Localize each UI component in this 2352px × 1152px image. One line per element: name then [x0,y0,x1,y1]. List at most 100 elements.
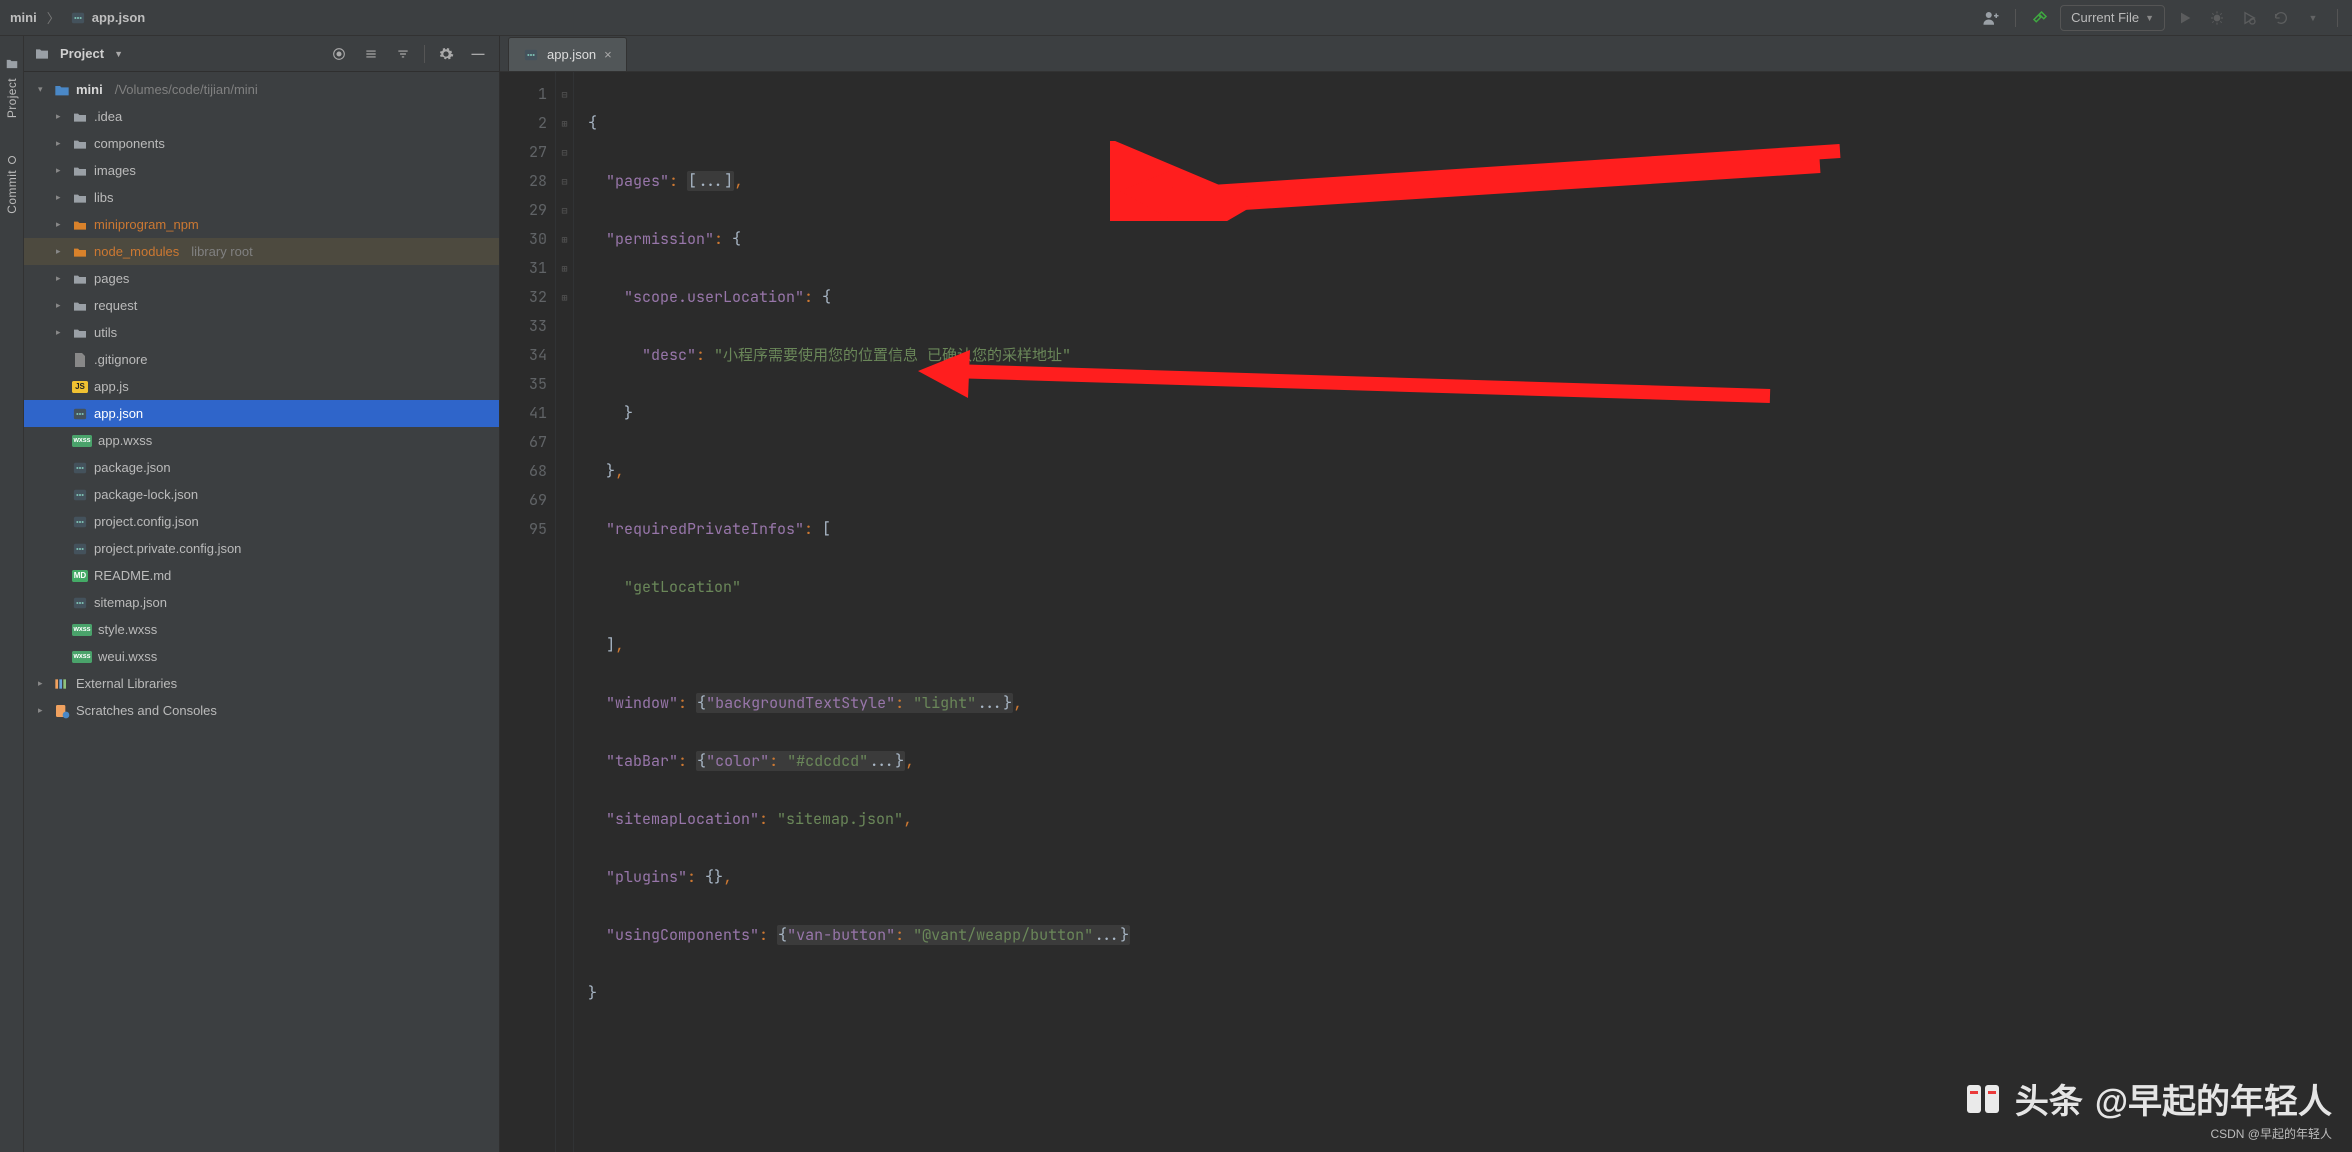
toolwindow-commit-tab[interactable]: Commit [5,156,19,214]
chevron-down-icon[interactable]: ▼ [114,49,123,59]
tree-item[interactable]: ▸libs [24,184,499,211]
fold-marker[interactable]: ⊟ [556,138,573,167]
expand-all-icon[interactable] [360,43,382,65]
line-number: 33 [500,312,547,341]
tree-item-name: .idea [94,109,122,124]
tree-item[interactable]: ▸node_moduleslibrary root [24,238,499,265]
project-header-title: Project [60,46,104,61]
tree-item[interactable]: sitemap.json [24,589,499,616]
line-number: 35 [500,370,547,399]
tree-item[interactable]: project.config.json [24,508,499,535]
chevron-down-icon: ▼ [2145,13,2154,23]
tree-item[interactable]: MD README.md [24,562,499,589]
line-number: 29 [500,196,547,225]
top-toolbar: mini 〉 app.json Current File ▼ [0,0,2352,36]
folder-icon [72,136,88,152]
code-area[interactable]: 122728293031323334354167686995 ⊟⊞⊟⊟⊟⊞⊞⊞ … [500,72,2352,1152]
tree-item[interactable]: ▸components [24,130,499,157]
tree-item[interactable]: ▸utils [24,319,499,346]
tree-item[interactable]: ▸pages [24,265,499,292]
fold-marker[interactable]: ⊟ [556,80,573,109]
tree-item[interactable]: ▸.idea [24,103,499,130]
tree-item[interactable]: app.json [24,400,499,427]
line-number: 32 [500,283,547,312]
project-tree[interactable]: ▾ mini /Volumes/code/tijian/mini ▸.idea▸… [24,72,499,1152]
chevron-right-icon: ▸ [38,678,48,689]
chevron-right-icon: ▸ [56,165,66,176]
tree-item-name: project.private.config.json [94,541,241,556]
hammer-build-icon[interactable] [2028,6,2052,30]
toolwindow-project-tab[interactable]: Project [4,56,20,118]
tree-item-name: README.md [94,568,171,583]
line-number: 28 [500,167,547,196]
breadcrumb: mini 〉 app.json [10,8,145,27]
watermark-logo-icon [1963,1079,2003,1119]
code-text[interactable]: { "pages": [...], "permission": { "scope… [574,72,2352,1152]
project-header-icon [34,46,50,62]
close-icon[interactable]: × [604,47,612,62]
chevron-down-icon: ▾ [38,84,48,95]
hide-panel-icon[interactable]: — [467,43,489,65]
project-panel-header: Project ▼ — [24,36,499,72]
more-toolbar-icon[interactable]: ▼ [2301,6,2325,30]
json-icon [72,487,88,503]
watermark-handle: @早起的年轻人 [2095,1074,2332,1123]
fold-marker[interactable]: ⊞ [556,109,573,138]
fold-marker[interactable]: ⊞ [556,225,573,254]
tree-item[interactable]: package-lock.json [24,481,499,508]
watermark: 头条 @早起的年轻人 CSDN @早起的年轻人 [1963,1074,2332,1142]
external-libraries-label: External Libraries [76,676,177,691]
chevron-right-icon: ▸ [38,705,48,716]
fold-marker[interactable]: ⊟ [556,196,573,225]
fold-marker[interactable]: ⊞ [556,283,573,312]
breadcrumb-item[interactable]: app.json [92,10,145,25]
left-tool-gutter: Project Commit [0,36,24,1152]
folder-icon [72,109,88,125]
user-add-icon[interactable] [1979,6,2003,30]
run-config-dropdown[interactable]: Current File ▼ [2060,5,2165,31]
folder-icon [72,298,88,314]
scratches-and-consoles[interactable]: ▸ Scratches and Consoles [24,697,499,724]
tree-item[interactable]: ▸images [24,157,499,184]
tree-item-name: miniprogram_npm [94,217,199,232]
tree-item-name: style.wxss [98,622,157,637]
select-opened-file-icon[interactable] [328,43,350,65]
tree-root-path: /Volumes/code/tijian/mini [115,82,258,97]
debug-icon[interactable] [2205,6,2229,30]
tree-item-suffix: library root [191,244,252,259]
line-number: 2 [500,109,547,138]
tree-item[interactable]: wxssweui.wxss [24,643,499,670]
line-number: 30 [500,225,547,254]
tree-item[interactable]: wxss style.wxss [24,616,499,643]
tree-item-name: node_modules [94,244,179,259]
chevron-right-icon: ▸ [56,327,66,338]
fold-gutter[interactable]: ⊟⊞⊟⊟⊟⊞⊞⊞ [556,72,574,1152]
run-icon[interactable] [2173,6,2197,30]
tree-item[interactable]: project.private.config.json [24,535,499,562]
editor-tab[interactable]: app.json × [508,37,627,71]
external-libraries[interactable]: ▸ External Libraries [24,670,499,697]
gear-icon[interactable] [435,43,457,65]
commit-icon [8,156,16,164]
tree-item-name: pages [94,271,129,286]
wxss-icon: wxss [72,624,92,636]
tree-item[interactable]: package.json [24,454,499,481]
tree-item[interactable]: ▸request [24,292,499,319]
tree-item[interactable]: .gitignore [24,346,499,373]
tree-item[interactable]: wxssapp.wxss [24,427,499,454]
run-coverage-icon[interactable] [2237,6,2261,30]
js-icon: JS [72,381,88,393]
fold-marker[interactable]: ⊟ [556,167,573,196]
collapse-all-icon[interactable] [392,43,414,65]
rerun-icon[interactable] [2269,6,2293,30]
tree-item[interactable]: ▸miniprogram_npm [24,211,499,238]
json-icon [70,10,86,26]
tree-root[interactable]: ▾ mini /Volumes/code/tijian/mini [24,76,499,103]
chevron-right-icon: ▸ [56,300,66,311]
fold-marker[interactable]: ⊞ [556,254,573,283]
json-icon [523,47,539,63]
md-icon: MD [72,570,88,582]
tree-item[interactable]: JSapp.js [24,373,499,400]
breadcrumb-item[interactable]: mini [10,10,37,25]
line-number: 67 [500,428,547,457]
